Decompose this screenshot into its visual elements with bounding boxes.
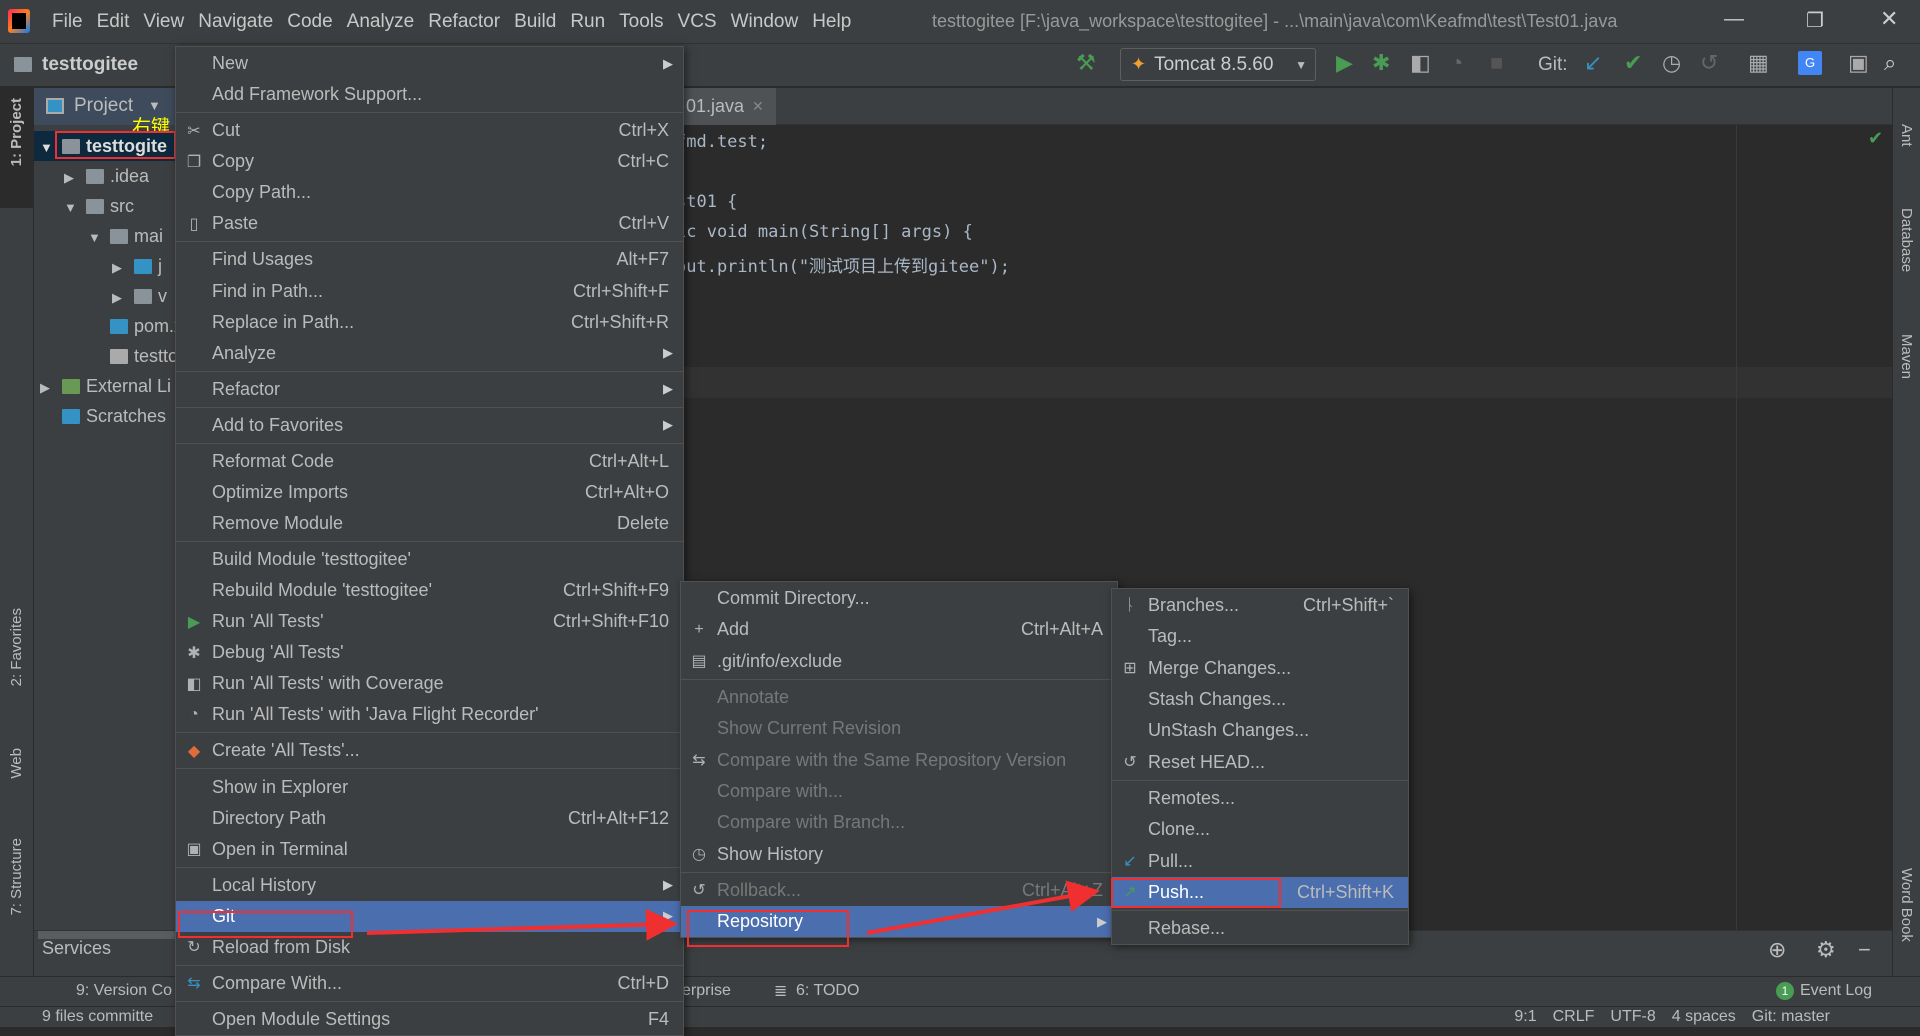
arrow-git-to-repository [366, 908, 678, 941]
annotation-arrows [366, 880, 1100, 941]
arrow-repository-to-push [866, 880, 1100, 935]
